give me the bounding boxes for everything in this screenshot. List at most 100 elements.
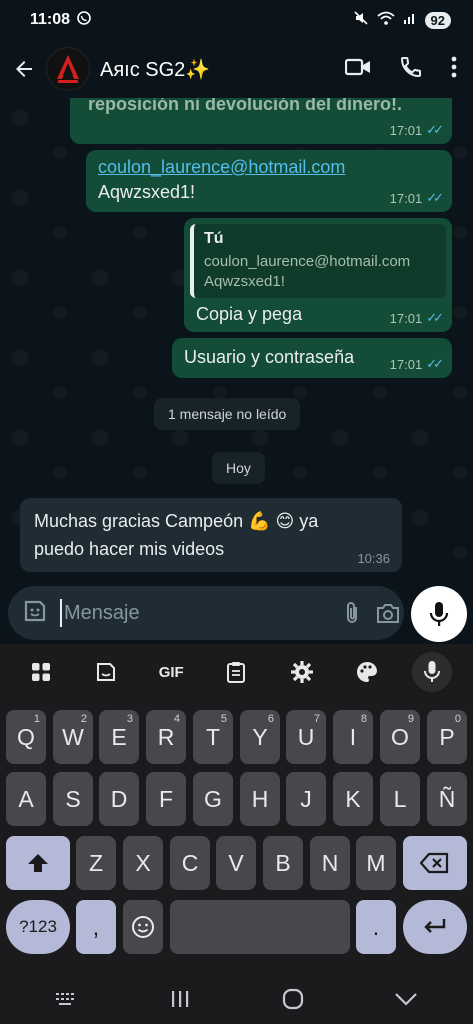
backspace-key[interactable]	[403, 836, 467, 890]
keyboard-toolbar: GIF	[0, 644, 473, 700]
key-w[interactable]: W2	[53, 710, 93, 764]
status-time: 11:08	[30, 11, 71, 28]
sticker-keyboard-icon[interactable]	[86, 652, 126, 692]
read-ticks-icon: ✓✓	[426, 122, 444, 137]
message-text: Muchas gracias Campeón 💪 😊 ya	[34, 511, 319, 531]
arrow-left-icon	[16, 61, 32, 77]
emoji-icon	[132, 916, 154, 938]
key-q[interactable]: Q1	[6, 710, 46, 764]
key-l[interactable]: L	[380, 772, 420, 826]
mic-button[interactable]	[411, 586, 467, 642]
contact-name[interactable]: Aяıc SG2✨	[100, 57, 210, 82]
message-input[interactable]	[60, 599, 329, 627]
emoji-key[interactable]	[123, 900, 163, 954]
message-meta: 17:01 ✓✓	[390, 122, 444, 138]
back-nav-icon[interactable]	[386, 984, 426, 1014]
unread-banner: 1 mensaje no leído	[154, 398, 301, 430]
quoted-message[interactable]: Tú coulon_laurence@hotmail.com Aqwzsxed1…	[190, 224, 446, 298]
backspace-icon	[420, 852, 449, 874]
phone-icon[interactable]	[399, 55, 423, 84]
gear-icon[interactable]	[282, 652, 322, 692]
key-p[interactable]: P0	[427, 710, 467, 764]
mic-icon	[429, 602, 449, 626]
read-ticks-icon: ✓✓	[426, 310, 444, 325]
clipboard-icon[interactable]	[216, 652, 256, 692]
keyboard: GIF Q1 W2 E3 R4 T5 Y6 U7 I8 O9 P0 A S D …	[0, 644, 473, 974]
read-ticks-icon: ✓✓	[426, 356, 444, 371]
video-call-icon[interactable]	[344, 56, 371, 83]
key-u[interactable]: U7	[286, 710, 326, 764]
key-s[interactable]: S	[53, 772, 93, 826]
message-bubble-partial[interactable]: reposición ni devolución del dinero!. 17…	[70, 98, 452, 144]
wifi-icon	[376, 10, 395, 31]
whatsapp-status-icon	[76, 10, 92, 31]
password-text: Aqwzsxed1!	[98, 182, 196, 202]
key-x[interactable]: X	[123, 836, 163, 890]
message-text: Usuario y contraseña	[184, 347, 355, 367]
key-f[interactable]: F	[146, 772, 186, 826]
keyboard-mic-icon[interactable]	[412, 652, 453, 692]
back-button[interactable]	[10, 55, 38, 83]
shift-icon	[28, 854, 48, 872]
system-nav-bar	[0, 974, 473, 1024]
key-o[interactable]: O9	[380, 710, 420, 764]
key-j[interactable]: J	[286, 772, 326, 826]
palette-icon[interactable]	[347, 652, 387, 692]
key-k[interactable]: K	[333, 772, 373, 826]
message-meta: 17:01 ✓✓	[389, 310, 444, 326]
key-i[interactable]: I8	[333, 710, 373, 764]
battery-level: 92	[424, 11, 451, 29]
space-key[interactable]	[170, 900, 350, 954]
message-input-box[interactable]	[8, 586, 404, 640]
apps-grid-icon[interactable]	[21, 652, 61, 692]
message-time: 17:01	[389, 310, 423, 326]
symbols-key[interactable]: ?123	[6, 900, 70, 954]
home-icon[interactable]	[273, 984, 313, 1014]
message-bubble-incoming[interactable]: Muchas gracias Campeón 💪 😊 ya puedo hace…	[20, 498, 402, 572]
comma-key[interactable]: ,	[76, 900, 116, 954]
mute-icon	[353, 10, 369, 31]
message-bubble-userpass[interactable]: Usuario y contraseña 17:01 ✓✓	[172, 338, 452, 378]
key-n-tilde[interactable]: Ñ	[427, 772, 467, 826]
message-text: puedo hacer mis videos	[34, 539, 225, 559]
date-pill: Hoy	[212, 452, 265, 484]
message-meta: 17:01 ✓✓	[390, 356, 444, 372]
shift-key[interactable]	[6, 836, 70, 890]
key-r[interactable]: R4	[146, 710, 186, 764]
period-key[interactable]: .	[356, 900, 396, 954]
key-z[interactable]: Z	[76, 836, 116, 890]
key-c[interactable]: C	[170, 836, 210, 890]
key-m[interactable]: M	[356, 836, 396, 890]
sticker-icon[interactable]	[22, 598, 48, 629]
recents-icon[interactable]	[160, 984, 200, 1014]
key-b[interactable]: B	[263, 836, 303, 890]
chat-header: Aяıc SG2✨	[0, 40, 473, 98]
enter-icon	[424, 919, 446, 933]
key-d[interactable]: D	[99, 772, 139, 826]
message-meta: 10:36	[357, 551, 390, 566]
key-e[interactable]: E3	[99, 710, 139, 764]
message-meta: 17:01 ✓✓	[389, 190, 444, 206]
message-bubble-reply[interactable]: Tú coulon_laurence@hotmail.com Aqwzsxed1…	[184, 218, 452, 332]
message-time: 17:01	[389, 190, 423, 206]
key-a[interactable]: A	[6, 772, 46, 826]
quoted-author: Tú	[204, 230, 224, 247]
gif-button[interactable]: GIF	[151, 652, 191, 692]
email-link[interactable]: coulon_laurence@hotmail.com	[98, 157, 345, 178]
chat-area[interactable]: reposición ni devolución del dinero!. 17…	[0, 98, 473, 582]
key-y[interactable]: Y6	[240, 710, 280, 764]
more-vert-icon[interactable]	[451, 56, 457, 83]
enter-key[interactable]	[403, 900, 467, 954]
key-v[interactable]: V	[216, 836, 256, 890]
paperclip-icon[interactable]	[343, 600, 361, 626]
key-n[interactable]: N	[310, 836, 350, 890]
keyboard-hide-icon[interactable]	[47, 984, 87, 1014]
key-h[interactable]: H	[240, 772, 280, 826]
key-g[interactable]: G	[193, 772, 233, 826]
camera-icon[interactable]	[375, 602, 401, 624]
avatar[interactable]	[46, 47, 90, 91]
message-bubble-email[interactable]: coulon_laurence@hotmail.com Aqwzsxed1! 1…	[86, 150, 452, 212]
key-t[interactable]: T5	[193, 710, 233, 764]
message-text: Copia y pega	[196, 304, 303, 324]
read-ticks-icon: ✓✓	[426, 190, 444, 205]
